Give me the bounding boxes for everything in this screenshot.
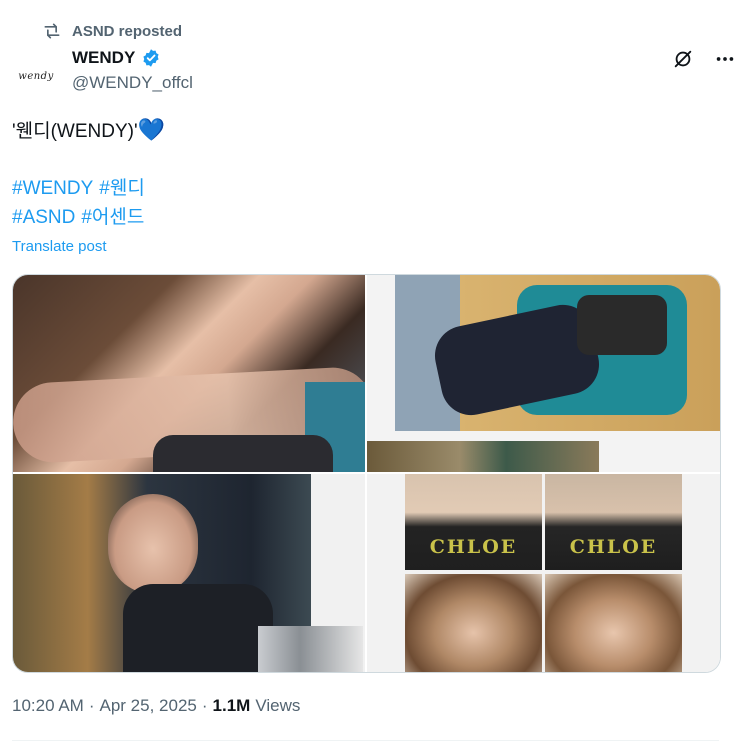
media-grid: CHLOE CHLOE	[12, 274, 721, 673]
hashtag-link[interactable]: #웬디	[99, 178, 145, 199]
media-photo-1[interactable]	[13, 275, 365, 472]
translate-post-link[interactable]: Translate post	[12, 238, 107, 255]
meta-separator: ·	[88, 696, 95, 715]
chloe-shirt-print: CHLOE	[429, 536, 518, 558]
media-photo-4[interactable]: CHLOE CHLOE	[367, 474, 720, 672]
divider	[12, 740, 719, 741]
verified-badge-icon[interactable]	[141, 48, 161, 68]
repost-label: ASND reposted	[72, 22, 183, 40]
blue-heart-emoji: 💙	[137, 117, 165, 142]
media-photo-2[interactable]	[367, 275, 720, 472]
avatar[interactable]: wendy	[12, 52, 60, 100]
repost-icon	[42, 21, 62, 41]
post-time[interactable]: 10:20 AM	[12, 696, 84, 716]
media-photo-3[interactable]	[13, 474, 365, 672]
author-header: WENDY @WENDY_offcl	[72, 47, 193, 93]
hashtag-link[interactable]: #ASND	[12, 207, 75, 228]
post-actions-top	[672, 48, 736, 70]
author-handle[interactable]: @WENDY_offcl	[72, 73, 193, 93]
grok-icon[interactable]	[672, 48, 694, 70]
views-label: Views	[255, 696, 301, 715]
display-name[interactable]: WENDY	[72, 48, 135, 68]
post-meta: 10:20 AM · Apr 25, 2025 · 1.1M Views	[12, 696, 300, 716]
post-title: '웬디(WENDY)'	[12, 121, 138, 142]
more-options-icon[interactable]	[714, 48, 736, 70]
hashtag-block: #WENDY #웬디 #ASND #어센드	[12, 174, 151, 232]
post-date[interactable]: Apr 25, 2025	[100, 696, 197, 716]
views-count: 1.1M	[212, 696, 251, 715]
chloe-shirt-print: CHLOE	[569, 536, 658, 558]
hashtag-link[interactable]: #WENDY	[12, 178, 93, 199]
repost-indicator[interactable]: ASND reposted	[42, 20, 182, 42]
avatar-logo: wendy	[18, 70, 54, 82]
meta-separator: ·	[201, 696, 208, 715]
post-text: '웬디(WENDY)'💙	[12, 116, 712, 146]
hashtag-link[interactable]: #어센드	[81, 207, 144, 228]
